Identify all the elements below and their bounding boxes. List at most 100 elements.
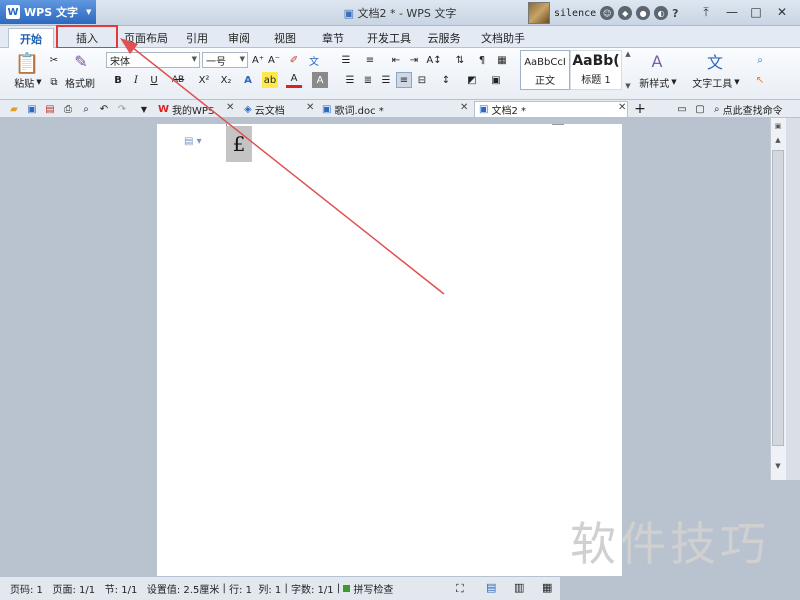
user-area[interactable]: silence ☺ ◆ ● ◐ ? [528, 2, 679, 24]
line-spacing-icon[interactable]: ↕ [438, 72, 454, 88]
clear-format-icon[interactable]: ✐ [286, 52, 302, 68]
tab-developer[interactable]: 开发工具 [358, 28, 420, 48]
close-icon[interactable]: ✕ [226, 102, 234, 113]
strikethrough-button[interactable]: AB [168, 72, 188, 88]
chevron-up-icon[interactable]: ▲ [625, 50, 630, 58]
chat-icon[interactable]: ▢ [692, 101, 708, 117]
superscript-button[interactable]: X² [194, 72, 214, 88]
page-view-icon[interactable]: ▤ [486, 581, 496, 594]
new-tab-icon[interactable]: + [632, 101, 648, 117]
font-size-select[interactable]: 一号 ▼ [202, 52, 248, 68]
style-heading1[interactable]: AaBb( 标题 1 [570, 50, 622, 90]
scroll-up-icon[interactable]: ▲ [772, 136, 784, 146]
tab-view[interactable]: 视图 [264, 28, 306, 48]
doc-tab-cloud[interactable]: ◈ 云文档 [240, 101, 316, 117]
increase-indent-icon[interactable]: ⇥ [406, 52, 422, 68]
distributed-icon[interactable]: ⊟ [414, 72, 430, 88]
text-direction-icon[interactable]: A↕ [426, 52, 442, 68]
paragraph-shading-icon[interactable]: ◩ [464, 72, 480, 88]
text-tools-button[interactable]: 文字工具 ▼ [690, 74, 742, 90]
pinyin-guide-icon[interactable]: 文 [306, 52, 322, 68]
outline-view-icon[interactable]: ▥ [514, 581, 524, 594]
app-menu-button[interactable]: W WPS 文字 ▼ [0, 0, 96, 24]
print-icon[interactable]: ⎙ [60, 101, 76, 117]
select-cursor-icon[interactable]: ↖ [752, 72, 768, 88]
save-icon[interactable]: ▣ [24, 101, 40, 117]
highlight-color-icon[interactable]: ab [262, 72, 278, 88]
style-normal[interactable]: AaBbCcI 正文 [520, 50, 570, 90]
scrollbar-thumb[interactable] [772, 150, 784, 446]
open-folder-icon[interactable]: ▰ [6, 101, 22, 117]
minimize-button[interactable]: — [720, 2, 744, 22]
new-style-button[interactable]: 新样式 ▼ [636, 74, 680, 90]
scroll-down-icon[interactable]: ▼ [772, 462, 784, 472]
maximize-button[interactable]: □ [744, 2, 768, 22]
font-color-icon[interactable]: A [286, 72, 302, 88]
status-face-icon[interactable]: ☺ [600, 6, 615, 20]
status-chars[interactable]: 字数: 1/1 [291, 581, 334, 596]
feedback-icon[interactable]: ◐ [654, 6, 669, 20]
shrink-font-icon[interactable]: A⁻ [266, 52, 282, 68]
doc-tab-my-wps[interactable]: W 我的WPS [154, 101, 236, 117]
italic-button[interactable]: I [128, 72, 144, 88]
text-tools-icon[interactable]: 文 [702, 50, 728, 72]
close-icon[interactable]: ✕ [306, 102, 314, 113]
font-name-select[interactable]: 宋体 ▼ [106, 52, 200, 68]
quick-access-dropdown-icon[interactable]: ▼ [136, 101, 152, 117]
find-icon[interactable]: ⌕ [752, 52, 768, 68]
underline-button[interactable]: U [146, 72, 162, 88]
status-spellcheck[interactable]: 拼写检查 [353, 581, 393, 596]
paragraph-layout-icon[interactable]: ▤ ▾ [184, 136, 202, 147]
justify-icon[interactable]: ≡ [396, 72, 412, 88]
new-style-icon[interactable]: A [642, 50, 672, 72]
tab-section[interactable]: 章节 [312, 28, 354, 48]
document-page[interactable] [157, 124, 622, 576]
close-button[interactable]: ✕ [770, 2, 794, 22]
align-right-icon[interactable]: ☰ [378, 72, 394, 88]
selected-character[interactable]: £ [226, 126, 252, 162]
restore-ribbon-icon[interactable]: ⤒ [694, 2, 718, 22]
table-grid-icon[interactable]: ▦ [494, 52, 510, 68]
doc-tab-lyrics[interactable]: ▣ 歌词.doc * [318, 101, 470, 117]
redo-icon[interactable]: ↷ [114, 101, 130, 117]
settings-icon[interactable]: ● [636, 6, 651, 20]
fullscreen-icon[interactable]: ⛶ [456, 582, 464, 596]
border-icon[interactable]: ▣ [488, 72, 504, 88]
sort-icon[interactable]: ⇅ [452, 52, 468, 68]
close-icon[interactable]: ✕ [460, 102, 468, 113]
grow-font-icon[interactable]: A⁺ [250, 52, 266, 68]
text-effect-icon[interactable]: A [240, 72, 256, 88]
tab-cloud[interactable]: 云服务 [420, 28, 468, 48]
align-center-icon[interactable]: ≣ [360, 72, 376, 88]
paste-button[interactable]: 粘贴 ▼ [8, 74, 48, 90]
decrease-indent-icon[interactable]: ⇤ [388, 52, 404, 68]
numbered-list-icon[interactable]: ≡ [362, 52, 378, 68]
undo-icon[interactable]: ↶ [96, 101, 112, 117]
search-command[interactable]: ⌕ 点此查找命令 [714, 102, 783, 117]
bold-button[interactable]: B [110, 72, 126, 88]
tab-doc-assistant[interactable]: 文档助手 [472, 28, 534, 48]
bullet-list-icon[interactable]: ☰ [338, 52, 354, 68]
tab-page-layout[interactable]: 页面布局 [116, 28, 176, 48]
screen-icon[interactable]: ▭ [674, 101, 690, 117]
ruler-toggle-icon[interactable]: ▣ [772, 122, 784, 132]
tab-references[interactable]: 引用 [176, 28, 218, 48]
subscript-button[interactable]: X₂ [216, 72, 236, 88]
cut-icon[interactable]: ✂ [46, 52, 62, 68]
tab-home[interactable]: 开始 [8, 28, 54, 48]
help-button[interactable]: ? [672, 7, 678, 20]
tab-review[interactable]: 审阅 [218, 28, 260, 48]
web-view-icon[interactable]: ▦ [542, 581, 552, 594]
style-scroll[interactable]: ▲ ▼ [624, 50, 632, 90]
export-pdf-icon[interactable]: ▤ [42, 101, 58, 117]
format-painter-button[interactable]: 格式刷 [62, 74, 98, 90]
doc-tab-document2[interactable]: ▣ 文档2 * [474, 101, 628, 117]
skin-icon[interactable]: ◆ [618, 6, 633, 20]
chevron-down-icon[interactable]: ▼ [625, 82, 630, 90]
avatar[interactable] [528, 2, 550, 24]
clipboard-icon[interactable]: 📋 [10, 50, 44, 76]
char-shading-icon[interactable]: A [312, 72, 328, 88]
show-marks-icon[interactable]: ¶ [474, 52, 490, 68]
username[interactable]: silence [554, 8, 596, 19]
close-icon[interactable]: ✕ [618, 102, 626, 113]
